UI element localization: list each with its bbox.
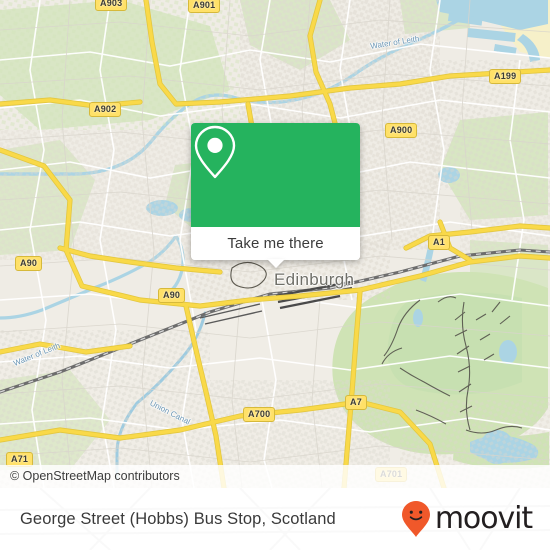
page-footer: George Street (Hobbs) Bus Stop, Scotland… bbox=[0, 488, 550, 550]
road-shield-a900: A900 bbox=[385, 123, 418, 138]
take-me-there-button[interactable]: Take me there bbox=[191, 227, 360, 260]
road-shield-a700: A700 bbox=[243, 407, 276, 422]
popup-pointer-tail bbox=[266, 259, 285, 268]
road-shield-a199: A199 bbox=[489, 69, 522, 84]
road-shield-a901: A901 bbox=[188, 0, 221, 13]
map-pin-icon bbox=[194, 125, 236, 179]
location-popup-card[interactable]: Take me there bbox=[191, 123, 360, 268]
road-shield-a90-west: A90 bbox=[15, 256, 43, 271]
page-title: George Street (Hobbs) Bus Stop, Scotland bbox=[20, 509, 336, 528]
road-shield-a902: A902 bbox=[89, 102, 122, 117]
moovit-map-page: Edinburgh Water of Leith Water of Leith … bbox=[0, 0, 550, 550]
road-shield-a90-central: A90 bbox=[158, 288, 186, 303]
map-canvas[interactable]: Edinburgh Water of Leith Water of Leith … bbox=[0, 0, 550, 488]
osm-attribution[interactable]: © OpenStreetMap contributors bbox=[0, 465, 550, 488]
moovit-wordmark: moovit bbox=[434, 501, 533, 536]
moovit-pin-icon bbox=[401, 501, 430, 537]
moovit-logo[interactable]: moovit bbox=[401, 500, 533, 538]
road-shield-a903: A903 bbox=[95, 0, 128, 11]
road-shield-a7: A7 bbox=[345, 395, 367, 410]
road-shield-a1: A1 bbox=[428, 235, 450, 250]
popup-image-area bbox=[191, 123, 360, 227]
